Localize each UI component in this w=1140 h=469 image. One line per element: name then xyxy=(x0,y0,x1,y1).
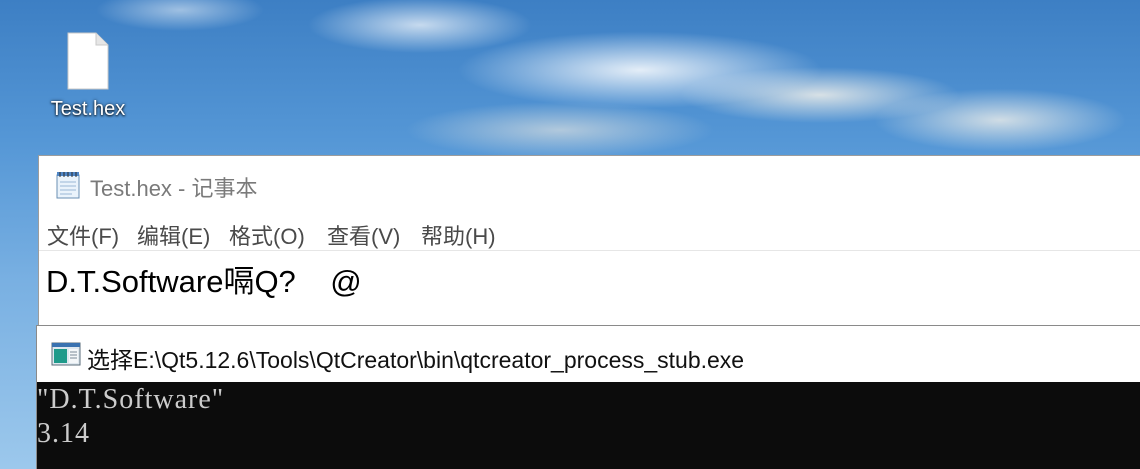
notepad-app-icon xyxy=(56,172,80,199)
notepad-window-title: Test.hex - 记事本 xyxy=(90,176,258,201)
desktop-file-label: Test.hex xyxy=(50,98,126,120)
menu-format[interactable]: 格式(O) xyxy=(229,219,305,251)
desktop-file-test-hex[interactable]: Test.hex xyxy=(38,30,138,121)
notepad-titlebar[interactable]: Test.hex - 记事本 xyxy=(39,156,1140,212)
console-app-icon xyxy=(51,342,81,366)
console-output[interactable]: "D.T.Software" 3.14 xyxy=(37,382,1140,469)
menu-file[interactable]: 文件(F) xyxy=(47,219,119,251)
notepad-text-area[interactable]: D.T.Software嗝Q? @ xyxy=(39,252,1140,326)
menu-edit[interactable]: 编辑(E) xyxy=(137,219,210,251)
menubar-divider xyxy=(39,250,1140,251)
notepad-text-content: D.T.Software嗝Q? @ xyxy=(46,264,362,299)
console-window: 选择E:\Qt5.12.6\Tools\QtCreator\bin\qtcrea… xyxy=(36,325,1140,469)
console-titlebar[interactable]: 选择E:\Qt5.12.6\Tools\QtCreator\bin\qtcrea… xyxy=(37,326,1140,382)
console-output-line: "D.T.Software" xyxy=(37,384,225,415)
notepad-window: Test.hex - 记事本 文件(F) 编辑(E) 格式(O) 查看(V) 帮… xyxy=(38,155,1140,325)
console-window-title: 选择E:\Qt5.12.6\Tools\QtCreator\bin\qtcrea… xyxy=(87,347,745,373)
notepad-menubar: 文件(F) 编辑(E) 格式(O) 查看(V) 帮助(H) xyxy=(39,214,1140,250)
menu-help[interactable]: 帮助(H) xyxy=(421,219,496,251)
menu-view[interactable]: 查看(V) xyxy=(327,219,400,251)
desktop: Test.hex Test.hex - 记事本 文件(F) 编辑(E) 格式(O… xyxy=(0,0,1140,469)
blank-file-icon xyxy=(67,32,109,90)
console-output-line: 3.14 xyxy=(37,418,90,449)
